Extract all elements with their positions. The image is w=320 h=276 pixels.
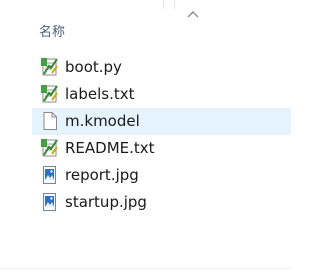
file-list: boot.py labels.txt m.kmodel README.txt r… <box>32 54 291 216</box>
script-file-icon <box>41 85 58 103</box>
script-file-icon <box>41 58 58 76</box>
file-name: startup.jpg <box>65 193 147 211</box>
script-file-icon <box>41 139 58 157</box>
file-name: boot.py <box>65 58 122 76</box>
file-name: labels.txt <box>65 85 135 103</box>
bottom-divider <box>0 268 291 269</box>
file-row[interactable]: README.txt <box>32 135 291 162</box>
file-row-selected[interactable]: m.kmodel <box>32 108 291 135</box>
file-explorer-pane: 名称 boot.py labels.txt m.kmodel README.tx… <box>0 0 291 276</box>
file-row[interactable]: boot.py <box>32 54 291 81</box>
file-row[interactable]: labels.txt <box>32 81 291 108</box>
top-strip <box>0 0 291 6</box>
column-divider[interactable] <box>163 0 164 9</box>
blank-file-icon <box>43 112 57 130</box>
file-name: m.kmodel <box>65 112 140 130</box>
file-row[interactable]: startup.jpg <box>32 189 291 216</box>
file-name: README.txt <box>65 139 155 157</box>
file-name: report.jpg <box>65 166 139 184</box>
column-header-name[interactable]: 名称 <box>32 18 291 42</box>
column-divider[interactable] <box>174 0 175 9</box>
file-row[interactable]: report.jpg <box>32 162 291 189</box>
image-file-icon <box>43 193 56 211</box>
image-file-icon <box>43 166 56 184</box>
column-header-label: 名称 <box>39 25 66 40</box>
